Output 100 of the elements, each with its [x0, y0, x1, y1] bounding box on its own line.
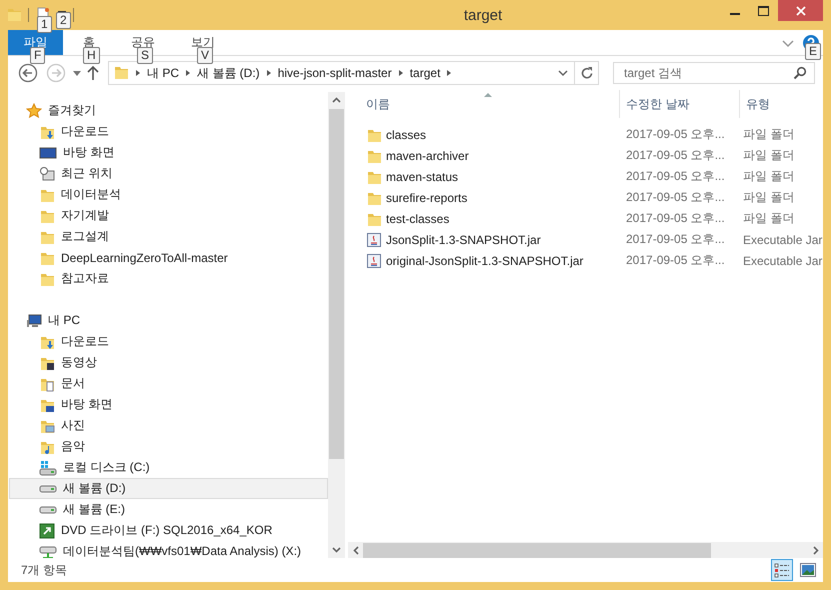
- nav-section-label[interactable]: 즐겨찾기: [48, 102, 96, 119]
- image-icon: [800, 563, 816, 577]
- item-count: 7개 항목: [21, 562, 68, 578]
- file-type: 파일 폴더: [743, 189, 794, 206]
- scroll-left-icon[interactable]: [352, 546, 358, 554]
- keytip-tooltip: E: [805, 43, 822, 60]
- nav-item-label[interactable]: 로그설계: [61, 228, 109, 245]
- keytip-tooltip: F: [30, 47, 46, 64]
- nav-item-label[interactable]: 최근 위치: [61, 165, 112, 182]
- network-drive-icon: [39, 544, 57, 558]
- file-name[interactable]: original-JsonSplit-1.3-SNAPSHOT.jar: [386, 254, 584, 268]
- keytip-tooltip: S: [137, 47, 154, 64]
- file-name[interactable]: surefire-reports: [386, 190, 468, 204]
- computer-icon: [26, 312, 42, 328]
- nav-item-label[interactable]: 새 볼륨 (D:): [63, 480, 126, 497]
- desktop-icon: [39, 144, 57, 160]
- details-view-button[interactable]: [771, 559, 793, 581]
- close-icon: [796, 6, 806, 16]
- dvd-drive-icon: [39, 522, 55, 538]
- file-name[interactable]: classes: [386, 128, 426, 142]
- scroll-down-icon[interactable]: [332, 547, 341, 553]
- maximize-icon: [758, 6, 769, 16]
- column-header[interactable]: 이름: [348, 90, 619, 118]
- nav-item-label[interactable]: 데이터분석: [61, 186, 121, 203]
- refresh-icon: [580, 66, 594, 80]
- address-bar[interactable]: 내 PC 새 볼륨 (D:) hive-json-split-master target: [108, 61, 599, 85]
- nav-item-label[interactable]: 음악: [61, 438, 85, 455]
- keytip-tooltip: V: [197, 47, 214, 64]
- back-button[interactable]: [16, 61, 40, 85]
- system-drive-icon: [39, 460, 57, 476]
- java-file-icon: [366, 232, 382, 248]
- folder-icon: [113, 64, 129, 82]
- file-type: 파일 폴더: [743, 147, 794, 164]
- breadcrumb-item[interactable]: 새 볼륨 (D:): [197, 64, 260, 82]
- drive-icon: [39, 484, 57, 492]
- date-modified: 2017-09-05 오후...: [626, 168, 725, 185]
- nav-item-label[interactable]: 다운로드: [61, 123, 109, 140]
- file-type: 파일 폴더: [743, 210, 794, 227]
- drive-icon: [39, 506, 57, 514]
- folder-icon: [6, 6, 22, 24]
- dropdown-icon[interactable]: [558, 69, 568, 77]
- vertical-scrollbar[interactable]: [328, 92, 345, 558]
- java-file-icon: [366, 252, 382, 268]
- nav-item-label[interactable]: DeepLearningZeroToAll-master: [61, 250, 228, 264]
- nav-item-label[interactable]: DVD 드라이브 (F:) SQL2016_x64_KOR: [61, 522, 272, 539]
- nav-item-label[interactable]: 동영상: [61, 354, 97, 371]
- nav-item-label[interactable]: 바탕 화면: [63, 144, 114, 161]
- back-icon: [18, 63, 38, 83]
- date-modified: 2017-09-05 오후...: [626, 126, 725, 143]
- nav-item-label[interactable]: 문서: [61, 375, 85, 392]
- file-type: 파일 폴더: [743, 168, 794, 185]
- horizontal-scrollbar[interactable]: [348, 542, 823, 558]
- column-header[interactable]: 유형: [739, 90, 823, 118]
- nav-item-label[interactable]: 사진: [61, 417, 85, 434]
- date-modified: 2017-09-05 오후...: [626, 189, 725, 206]
- file-name[interactable]: maven-archiver: [386, 148, 469, 162]
- date-modified: 2017-09-05 오후...: [626, 252, 725, 269]
- file-name[interactable]: test-classes: [386, 212, 450, 226]
- search-icon[interactable]: [793, 66, 807, 80]
- selected-nav-item[interactable]: 새 볼륨 (D:): [9, 478, 328, 499]
- up-icon[interactable]: [86, 65, 100, 81]
- scroll-up-icon[interactable]: [332, 97, 341, 103]
- nav-item-label[interactable]: 새 볼륨 (E:): [63, 501, 125, 518]
- column-header[interactable]: 수정한 날짜: [619, 90, 739, 118]
- date-modified: 2017-09-05 오후...: [626, 210, 725, 227]
- file-name[interactable]: maven-status: [386, 170, 458, 184]
- breadcrumb-item[interactable]: hive-json-split-master: [278, 66, 392, 80]
- scroll-thumb[interactable]: [363, 542, 711, 558]
- file-type: Executable Jar: [743, 232, 822, 246]
- minimize-icon: [730, 13, 740, 15]
- keytip-tooltip: H: [83, 47, 100, 64]
- breadcrumb-item[interactable]: 내 PC: [147, 64, 180, 82]
- nav-section-label[interactable]: 내 PC: [48, 312, 80, 329]
- recent-places-icon: [39, 166, 55, 182]
- scroll-right-icon[interactable]: [812, 546, 818, 554]
- keytip-tooltip: 2: [56, 12, 71, 29]
- keytip-tooltip: 1: [37, 16, 52, 33]
- nav-item-label[interactable]: 자기계발: [61, 207, 109, 224]
- recent-locations-icon[interactable]: [72, 69, 82, 77]
- nav-item-label[interactable]: 바탕 화면: [61, 396, 112, 413]
- nav-item-label[interactable]: 데이터분석팀(₩₩vfs01₩Data Analysis) (X:): [63, 543, 302, 558]
- chevron-icon[interactable]: [135, 69, 141, 77]
- file-name[interactable]: JsonSplit-1.3-SNAPSHOT.jar: [386, 232, 541, 246]
- chevron-icon[interactable]: [446, 69, 452, 77]
- chevron-icon[interactable]: [266, 69, 272, 77]
- close-button[interactable]: [778, 0, 823, 21]
- scroll-thumb[interactable]: [329, 109, 344, 459]
- chevron-icon[interactable]: [185, 69, 192, 77]
- search-field[interactable]: target 검색: [613, 62, 815, 84]
- nav-item-label[interactable]: 로컬 디스크 (C:): [63, 459, 150, 476]
- file-type: 파일 폴더: [743, 126, 794, 143]
- window-title: target: [462, 6, 504, 24]
- forward-icon: [46, 63, 66, 83]
- star-icon: [26, 102, 42, 118]
- date-modified: 2017-09-05 오후...: [626, 231, 725, 248]
- chevron-icon[interactable]: [398, 69, 404, 77]
- list-icon: [774, 562, 790, 578]
- nav-item-label[interactable]: 다운로드: [61, 333, 109, 350]
- nav-item-label[interactable]: 참고자료: [61, 270, 109, 287]
- breadcrumb-item[interactable]: target: [410, 66, 440, 80]
